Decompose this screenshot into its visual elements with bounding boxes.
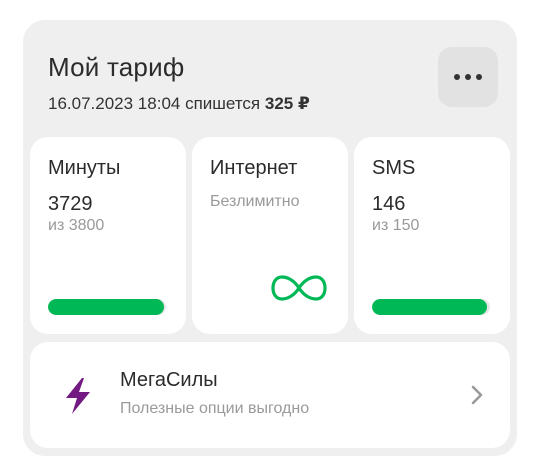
page-title: Мой тариф bbox=[48, 52, 185, 82]
sms-progress-bar bbox=[372, 299, 490, 315]
megasily-title: МегаСилы bbox=[120, 369, 218, 391]
tile-sms-value: 146 bbox=[372, 193, 406, 215]
minutes-progress-fill bbox=[48, 299, 164, 315]
charge-amount: 325 ₽ bbox=[264, 94, 310, 113]
chevron-right-icon bbox=[471, 385, 483, 405]
charge-text: спишется bbox=[185, 94, 261, 113]
sms-progress-fill bbox=[372, 299, 487, 315]
megasily-subtitle: Полезные опции выгодно bbox=[120, 400, 310, 417]
tile-minutes[interactable]: Минуты 3729 из 3800 bbox=[30, 137, 186, 334]
tile-minutes-value: 3729 bbox=[48, 193, 93, 215]
minutes-progress-bar bbox=[48, 299, 166, 315]
tile-minutes-title: Минуты bbox=[48, 157, 121, 179]
lightning-icon bbox=[66, 378, 90, 414]
charge-info: 16.07.2023 18:04 спишется 325 ₽ bbox=[48, 94, 310, 114]
tile-sms-limit: из 150 bbox=[372, 217, 420, 234]
tile-sms[interactable]: SMS 146 из 150 bbox=[354, 137, 510, 334]
more-horizontal-icon bbox=[465, 74, 471, 80]
more-options-button[interactable] bbox=[438, 47, 498, 107]
charge-date: 16.07.2023 18:04 bbox=[48, 94, 181, 113]
infinity-icon bbox=[271, 275, 327, 301]
tile-internet-title: Интернет bbox=[210, 157, 298, 179]
megasily-row[interactable]: МегаСилы Полезные опции выгодно bbox=[30, 342, 510, 448]
tile-minutes-limit: из 3800 bbox=[48, 217, 105, 234]
tile-internet[interactable]: Интернет Безлимитно bbox=[192, 137, 348, 334]
tile-internet-status: Безлимитно bbox=[210, 193, 300, 210]
more-horizontal-icon bbox=[476, 74, 482, 80]
more-horizontal-icon bbox=[454, 74, 460, 80]
tile-sms-title: SMS bbox=[372, 157, 416, 179]
